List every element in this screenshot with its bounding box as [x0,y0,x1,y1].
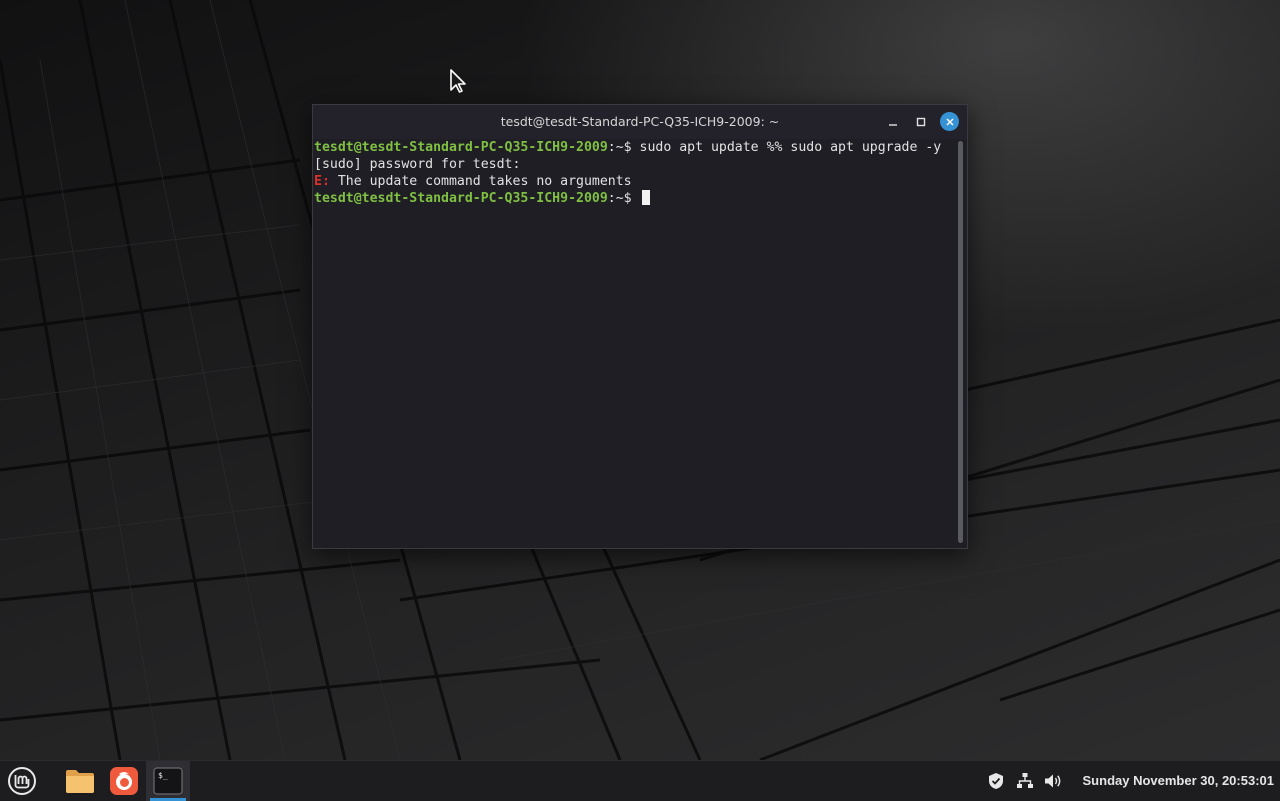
terminal-output[interactable]: tesdt@tesdt-Standard-PC-Q35-ICH9-2009:~$… [314,139,954,543]
firefox-button[interactable] [102,761,146,801]
files-button[interactable] [58,761,102,801]
taskbar: $_ Sunday November 30, 20:53:01 [0,760,1280,801]
close-icon [945,117,954,126]
terminal-window[interactable]: tesdt@tesdt-Standard-PC-Q35-ICH9-2009: ~… [312,104,968,549]
error-prefix: E: [314,174,330,189]
terminal-line: tesdt@tesdt-Standard-PC-Q35-ICH9-2009:~$… [314,139,954,156]
update-manager-button[interactable] [984,761,1008,801]
clock[interactable]: Sunday November 30, 20:53:01 [1060,761,1274,801]
prompt-user: tesdt@tesdt-Standard-PC-Q35-ICH9-2009 [314,140,608,155]
terminal-taskbar-button[interactable]: $_ [146,761,190,801]
command-text: sudo apt update %% sudo apt upgrade -y [639,140,942,155]
menu-button[interactable] [0,761,44,801]
prompt-user: tesdt@tesdt-Standard-PC-Q35-ICH9-2009 [314,191,608,206]
terminal-scrollbar[interactable] [958,141,963,543]
network-icon [1017,773,1033,788]
shield-icon [989,773,1003,789]
firefox-icon [110,767,138,795]
window-title: tesdt@tesdt-Standard-PC-Q35-ICH9-2009: ~ [500,114,780,129]
terminal-icon: $_ [153,767,183,795]
prompt-suffix: :~$ [607,191,640,206]
error-message: The update command takes no arguments [329,174,632,189]
network-button[interactable] [1013,761,1037,801]
maximize-button[interactable] [912,113,930,131]
minimize-button[interactable] [884,113,902,131]
window-titlebar[interactable]: tesdt@tesdt-Standard-PC-Q35-ICH9-2009: ~ [313,105,967,139]
terminal-line: tesdt@tesdt-Standard-PC-Q35-ICH9-2009:~$ [314,190,954,207]
terminal-line: E: The update command takes no arguments [314,173,954,190]
mouse-pointer-icon [450,69,466,93]
menu-icon [8,767,36,795]
prompt-suffix: :~$ [607,140,640,155]
sudo-password-prompt: [sudo] password for tesdt: [314,157,521,172]
terminal-line: [sudo] password for tesdt: [314,156,954,173]
svg-text:$_: $_ [158,771,168,780]
minimize-icon [889,124,897,126]
folder-icon [66,770,94,793]
maximize-icon [916,117,926,127]
text-cursor [641,190,650,205]
close-button[interactable] [940,112,959,131]
